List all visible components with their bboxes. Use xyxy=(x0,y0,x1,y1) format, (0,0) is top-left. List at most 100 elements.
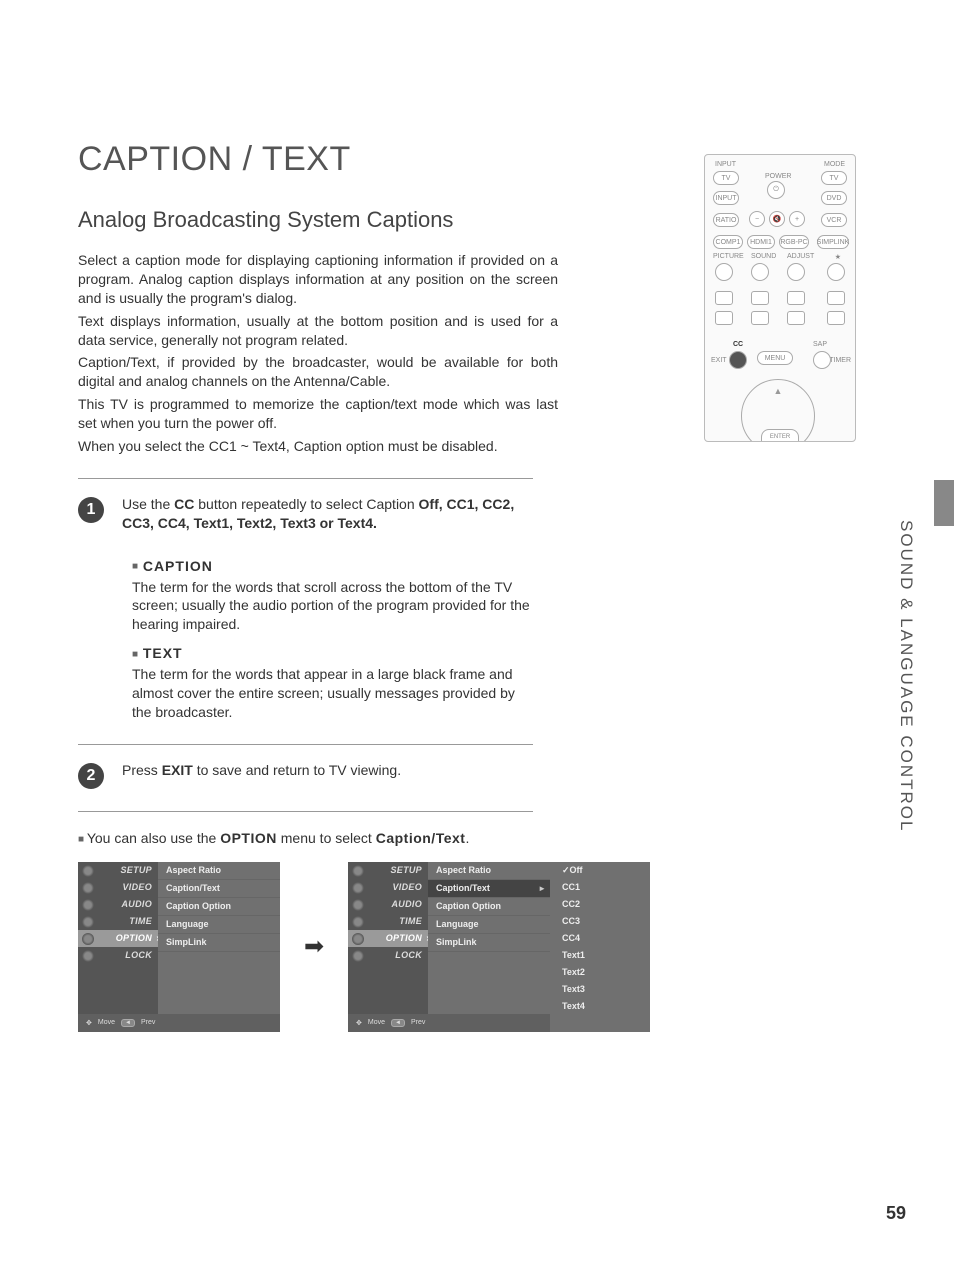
label-power: POWER xyxy=(765,173,791,180)
menu-item-caption-text[interactable]: Caption/Text xyxy=(428,880,550,898)
menu-item-language[interactable]: Language xyxy=(428,916,550,934)
sound-button[interactable] xyxy=(751,263,769,281)
input-button[interactable]: INPUT xyxy=(713,191,739,205)
menu-tab-lock[interactable]: LOCK xyxy=(78,947,158,964)
pause-button[interactable] xyxy=(787,291,805,305)
power-button[interactable]: ⏻ xyxy=(767,181,785,199)
text: Caption/Text xyxy=(376,830,466,846)
option-menu-1: SETUP VIDEO AUDIO TIME OPTION LOCK Aspec… xyxy=(78,862,280,1032)
ratio-button[interactable]: RATIO xyxy=(713,213,739,227)
option-text4[interactable]: Text4 xyxy=(550,998,650,1015)
menu-footer: ✥Move ◄Prev xyxy=(78,1014,280,1032)
step-text: Press EXIT to save and return to TV view… xyxy=(122,761,401,780)
option-text1[interactable]: Text1 xyxy=(550,947,650,964)
menu-item-simplink[interactable]: SimpLink xyxy=(428,934,550,952)
menu-tab-audio[interactable]: AUDIO xyxy=(78,896,158,913)
menu-tab-time[interactable]: TIME xyxy=(78,913,158,930)
prev-key-icon: ◄ xyxy=(121,1019,135,1027)
step-2: 2 Press EXIT to save and return to TV vi… xyxy=(78,761,538,789)
vol-up-button[interactable]: + xyxy=(789,211,805,227)
step-text: Use the CC button repeatedly to select C… xyxy=(122,495,538,533)
caption-body: The term for the words that scroll acros… xyxy=(132,578,532,635)
page-number: 59 xyxy=(886,1203,906,1224)
exit-button-label: EXIT xyxy=(162,762,193,778)
sap-button[interactable] xyxy=(813,351,831,369)
remote-control-illustration: INPUT MODE POWER TV TV ⏻ INPUT DVD RATIO… xyxy=(704,154,856,442)
option-cc4[interactable]: CC4 xyxy=(550,930,650,947)
menu-tab-setup[interactable]: SETUP xyxy=(78,862,158,879)
caption-heading: CAPTION xyxy=(132,557,532,576)
prev-key-icon: ◄ xyxy=(391,1019,405,1027)
label-adjust: ADJUST xyxy=(787,253,814,260)
skip-back-button[interactable] xyxy=(715,311,733,325)
option-text3[interactable]: Text3 xyxy=(550,981,650,998)
label-input: INPUT xyxy=(715,161,736,168)
move-label: Move xyxy=(368,1019,385,1026)
text: to save and return to TV viewing. xyxy=(193,762,401,778)
option-menu-2: SETUP VIDEO AUDIO TIME OPTION LOCK Aspec… xyxy=(348,862,650,1032)
comp1-button[interactable]: COMP1 xyxy=(713,235,743,249)
menu-tab-option[interactable]: OPTION xyxy=(348,930,428,947)
divider xyxy=(78,744,533,745)
hdmi1-button[interactable]: HDMI1 xyxy=(747,235,775,249)
simplink-button[interactable]: SIMPLINK xyxy=(817,235,849,249)
option-text2[interactable]: Text2 xyxy=(550,964,650,981)
label-mode: MODE xyxy=(824,161,845,168)
menu-item-caption-option[interactable]: Caption Option xyxy=(158,898,280,916)
prev-label: Prev xyxy=(411,1019,425,1026)
label-picture: PICTURE xyxy=(713,253,744,260)
vcr-button[interactable]: VCR xyxy=(821,213,847,227)
menu-item-aspect-ratio[interactable]: Aspect Ratio xyxy=(158,862,280,880)
step-number-icon: 1 xyxy=(78,497,104,523)
vol-down-button[interactable]: − xyxy=(749,211,765,227)
cc-button-label: CC xyxy=(174,496,194,512)
menu-item-simplink[interactable]: SimpLink xyxy=(158,934,280,952)
label-exit: EXIT xyxy=(711,357,727,364)
menu-tab-lock[interactable]: LOCK xyxy=(348,947,428,964)
paragraph: Text displays information, usually at th… xyxy=(78,312,558,350)
tv-mode-button[interactable]: TV xyxy=(821,171,847,185)
text: Use the xyxy=(122,496,174,512)
label-cc: CC xyxy=(733,341,743,348)
menu-item-caption-option[interactable]: Caption Option xyxy=(428,898,550,916)
text: . xyxy=(465,830,469,846)
rgb-pc-button[interactable]: RGB-PC xyxy=(779,235,809,249)
tv-button[interactable]: TV xyxy=(713,171,739,185)
option-cc2[interactable]: CC2 xyxy=(550,896,650,913)
dvd-button[interactable]: DVD xyxy=(821,191,847,205)
cc-button[interactable] xyxy=(729,351,747,369)
star-button[interactable] xyxy=(827,263,845,281)
menu-tab-option[interactable]: OPTION xyxy=(78,930,158,947)
menu-tab-time[interactable]: TIME xyxy=(348,913,428,930)
menu-tab-video[interactable]: VIDEO xyxy=(348,879,428,896)
menu-item-aspect-ratio[interactable]: Aspect Ratio xyxy=(428,862,550,880)
dpad-icon: ✥ xyxy=(356,1019,362,1027)
paragraph: This TV is programmed to memorize the ca… xyxy=(78,395,558,433)
forward-button[interactable] xyxy=(787,311,805,325)
step-number-icon: 2 xyxy=(78,763,104,789)
menu-item-caption-text[interactable]: Caption/Text xyxy=(158,880,280,898)
arrow-right-icon: ➡ xyxy=(296,932,332,961)
rewind-button[interactable] xyxy=(751,311,769,325)
menu-tab-video[interactable]: VIDEO xyxy=(78,879,158,896)
menu-item-language[interactable]: Language xyxy=(158,916,280,934)
option-off[interactable]: Off xyxy=(550,862,650,879)
adjust-button[interactable] xyxy=(787,263,805,281)
dpad-icon: ✥ xyxy=(86,1019,92,1027)
menu-tab-setup[interactable]: SETUP xyxy=(348,862,428,879)
paragraph: When you select the CC1 ~ Text4, Caption… xyxy=(78,437,558,456)
picture-button[interactable] xyxy=(715,263,733,281)
option-cc3[interactable]: CC3 xyxy=(550,913,650,930)
menu-screenshots: SETUP VIDEO AUDIO TIME OPTION LOCK Aspec… xyxy=(78,862,718,1032)
record-button[interactable] xyxy=(827,291,845,305)
enter-button[interactable]: ENTER xyxy=(761,429,799,442)
play-button[interactable] xyxy=(751,291,769,305)
menu-button[interactable]: MENU xyxy=(757,351,793,365)
option-cc1[interactable]: CC1 xyxy=(550,879,650,896)
caption-definition: CAPTION The term for the words that scro… xyxy=(132,557,532,722)
mute-button[interactable]: 🔇 xyxy=(769,211,785,227)
skip-fwd-button[interactable] xyxy=(827,311,845,325)
stop-button[interactable] xyxy=(715,291,733,305)
intro-paragraphs: Select a caption mode for displaying cap… xyxy=(78,251,558,456)
menu-tab-audio[interactable]: AUDIO xyxy=(348,896,428,913)
